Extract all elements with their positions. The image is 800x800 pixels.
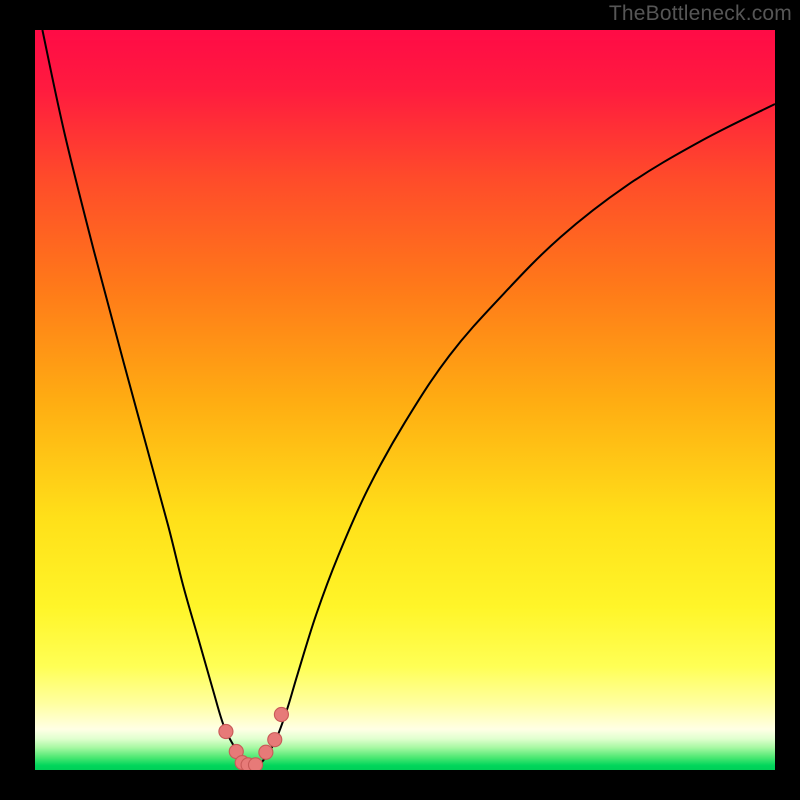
curve-layer — [35, 30, 775, 770]
highlight-point — [219, 724, 233, 738]
chart-frame: TheBottleneck.com — [0, 0, 800, 800]
attribution-text: TheBottleneck.com — [609, 2, 792, 26]
bottleneck-curve — [42, 30, 775, 766]
plot-area — [35, 30, 775, 770]
highlight-point — [268, 733, 282, 747]
highlight-point — [259, 745, 273, 759]
highlight-point — [248, 758, 262, 770]
highlight-point — [274, 707, 288, 721]
